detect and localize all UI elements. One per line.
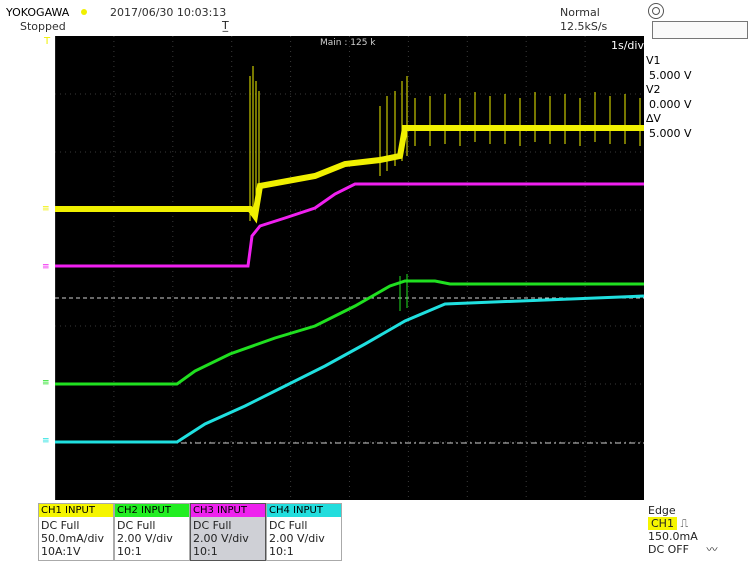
ch2-probe: 10:1 <box>117 545 142 558</box>
ch1-info-box[interactable]: CH1 INPUT DC Full 50.0mA/div 10A:1V <box>38 503 114 561</box>
ch4-coupling: DC Full <box>269 519 308 532</box>
ch4-trace <box>55 294 644 444</box>
ch4-probe: 10:1 <box>269 545 294 558</box>
search-field[interactable] <box>652 21 748 39</box>
noise-reject-icon: 〰 <box>706 543 718 556</box>
ch2-info-box[interactable]: CH2 INPUT DC Full 2.00 V/div 10:1 <box>114 503 190 561</box>
time-per-div: 1s/div <box>611 39 644 52</box>
cursor-dv-value: 5.000 V <box>649 126 692 140</box>
ch4-scale: 2.00 V/div <box>269 532 325 545</box>
rising-edge-icon: ⎍ <box>680 517 689 530</box>
datetime: 2017/06/30 10:03:13 <box>110 6 227 19</box>
ch3-probe: 10:1 <box>193 545 218 558</box>
trigger-mode: Normal <box>560 6 600 19</box>
ch1-scale: 50.0mA/div <box>41 532 104 545</box>
brand-logo: YOKOGAWA <box>6 6 70 19</box>
main-record-length: Main : 125 k <box>320 38 376 48</box>
waveform-display <box>55 36 644 500</box>
trigger-position-icon: T̲ <box>222 19 229 32</box>
trigger-type: Edge <box>648 504 676 517</box>
ch2-header: CH2 INPUT <box>115 504 189 517</box>
trigger-source: CH1 <box>648 517 677 530</box>
ch1-ground-marker: ≡ <box>42 204 50 214</box>
ch2-ground-marker: ≡ <box>42 378 50 388</box>
ch3-scale: 2.00 V/div <box>193 532 249 545</box>
ch3-ground-marker: ≡ <box>42 262 50 272</box>
ch1-header: CH1 INPUT <box>39 504 113 517</box>
trigger-info[interactable]: Edge CH1 ⎍ 150.0mA DC OFF 〰 <box>648 504 717 556</box>
ch3-info-box[interactable]: CH3 INPUT DC Full 2.00 V/div 10:1 <box>190 503 266 561</box>
ch1-trace <box>55 66 644 224</box>
ch2-coupling: DC Full <box>117 519 156 532</box>
ch2-scale: 2.00 V/div <box>117 532 173 545</box>
trigger-level-marker: T <box>44 36 51 47</box>
sample-rate: 12.5kS/s <box>560 20 608 33</box>
status-sun-icon <box>81 9 87 15</box>
cursor-v2-value: 0.000 V <box>649 97 692 111</box>
ch4-ground-marker: ≡ <box>42 436 50 446</box>
cursor-v1-label: V1 <box>646 54 661 67</box>
cursor-dv-label: ∆V <box>646 112 661 125</box>
ch4-header: CH4 INPUT <box>267 504 341 517</box>
ch3-header: CH3 INPUT <box>191 504 265 517</box>
ch4-info-box[interactable]: CH4 INPUT DC Full 2.00 V/div 10:1 <box>266 503 342 561</box>
trigger-level: 150.0mA <box>648 530 698 543</box>
acquisition-status: Stopped <box>20 20 66 33</box>
cursor-v1-value: 5.000 V <box>649 68 692 82</box>
ch1-probe: 10A:1V <box>41 545 81 558</box>
cursor-v2-label: V2 <box>646 83 661 96</box>
trigger-coupling: DC OFF <box>648 543 689 556</box>
grid <box>55 36 644 500</box>
ch1-coupling: DC Full <box>41 519 80 532</box>
settings-icon[interactable] <box>648 3 664 19</box>
ch3-coupling: DC Full <box>193 519 232 532</box>
cursor-readout: V1 5.000 V V2 0.000 V ∆V 5.000 V <box>646 54 692 141</box>
